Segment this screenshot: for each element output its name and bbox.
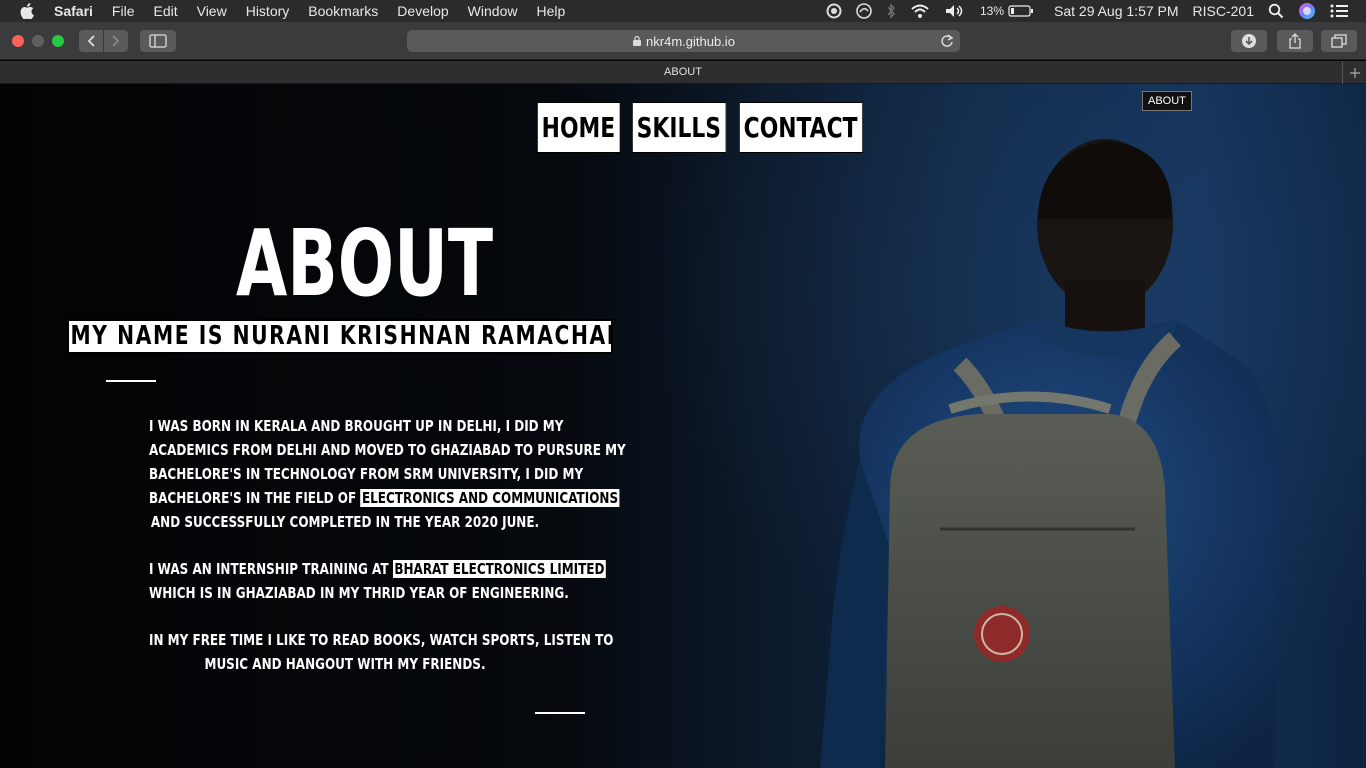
bio-line: WHICH IS IN GHAZIABAD IN MY THRID YEAR O…: [149, 584, 569, 602]
menu-view[interactable]: View: [197, 3, 227, 19]
tab-bar: ABOUT: [0, 61, 1366, 84]
bio-line: AND SUCCESSFULLY COMPLETED IN THE YEAR 2…: [150, 513, 540, 531]
bio-paragraph-education: I WAS BORN IN KERALA AND BROUGHT UP IN D…: [100, 414, 626, 534]
top-nav: HOME SKILLS CONTACT: [537, 102, 898, 153]
status-circle-icon[interactable]: [826, 3, 842, 19]
bio-line-text: I WAS AN INTERNSHIP TRAINING AT: [149, 560, 393, 578]
share-button[interactable]: [1277, 30, 1313, 52]
page-title: ABOUT: [236, 210, 494, 317]
browser-toolbar: nkr4m.github.io: [0, 22, 1366, 60]
bio-line: MUSIC AND HANGOUT WITH MY FRIENDS.: [204, 655, 486, 673]
sidebar-toggle-button[interactable]: [140, 30, 176, 52]
highlight-field-of-study: ELECTRONICS AND COMMUNICATIONS: [360, 489, 620, 507]
chevron-left-icon: [87, 35, 95, 47]
menu-bar: Safari File Edit View History Bookmarks …: [0, 0, 1366, 22]
name-heading: MY NAME IS NURANI KRISHNAN RAMACHANDRAN: [67, 319, 613, 354]
reload-icon[interactable]: [940, 33, 954, 52]
nav-contact-link[interactable]: CONTACT: [739, 102, 864, 153]
bio-line-field: BACHELORE'S IN THE FIELD OF ELECTRONICS …: [149, 486, 620, 510]
back-button[interactable]: [79, 30, 103, 52]
download-icon: [1242, 34, 1256, 48]
menu-edit[interactable]: Edit: [153, 3, 177, 19]
menu-app-name[interactable]: Safari: [54, 3, 93, 19]
minimize-window-button[interactable]: [32, 35, 44, 47]
notification-center-icon[interactable]: [1330, 4, 1348, 18]
menu-develop[interactable]: Develop: [397, 3, 448, 19]
tab-title[interactable]: ABOUT: [664, 66, 702, 78]
address-bar[interactable]: nkr4m.github.io: [407, 30, 960, 52]
bio-paragraph-hobbies: IN MY FREE TIME I LIKE TO READ BOOKS, WA…: [100, 628, 614, 676]
menu-bookmarks[interactable]: Bookmarks: [308, 3, 378, 19]
user-name[interactable]: RISC-201: [1193, 3, 1254, 19]
hover-tooltip: ABOUT: [1142, 91, 1192, 111]
name-heading-text: MY NAME IS NURANI KRISHNAN RAMACHANDRAN: [70, 321, 611, 351]
close-window-button[interactable]: [12, 35, 24, 47]
spotlight-search-icon[interactable]: [1268, 3, 1284, 19]
battery-icon[interactable]: [1008, 4, 1034, 18]
highlight-company: BHARAT ELECTRONICS LIMITED: [392, 560, 607, 578]
url-text: nkr4m.github.io: [646, 33, 735, 49]
zoom-window-button[interactable]: [52, 35, 64, 47]
tabs-icon: [1331, 34, 1347, 48]
nav-skills-link[interactable]: SKILLS: [632, 102, 727, 153]
datetime[interactable]: Sat 29 Aug 1:57 PM: [1054, 3, 1179, 19]
bio-line: I WAS BORN IN KERALA AND BROUGHT UP IN D…: [149, 417, 564, 435]
bio-line: ACADEMICS FROM DELHI AND MOVED TO GHAZIA…: [149, 441, 626, 459]
bio-line: BACHELORE'S IN TECHNOLOGY FROM SRM UNIVE…: [149, 465, 584, 483]
divider-top: [106, 380, 156, 382]
chevron-right-icon: [112, 35, 120, 47]
siri-icon[interactable]: [1298, 2, 1316, 20]
menu-help[interactable]: Help: [536, 3, 565, 19]
nav-home-link[interactable]: HOME: [537, 102, 621, 153]
forward-button[interactable]: [104, 30, 128, 52]
divider-bottom: [535, 712, 585, 714]
bio-line: IN MY FREE TIME I LIKE TO READ BOOKS, WA…: [149, 631, 614, 649]
new-tab-button[interactable]: [1342, 61, 1366, 84]
bio-line-text: BACHELORE'S IN THE FIELD OF: [149, 489, 361, 507]
bio-section: I WAS BORN IN KERALA AND BROUGHT UP IN D…: [100, 414, 626, 699]
bio-line-internship: I WAS AN INTERNSHIP TRAINING AT BHARAT E…: [149, 557, 607, 581]
bluetooth-icon[interactable]: [886, 3, 896, 19]
lock-icon: [633, 35, 642, 46]
bio-paragraph-internship: I WAS AN INTERNSHIP TRAINING AT BHARAT E…: [100, 557, 607, 605]
wifi-icon[interactable]: [910, 3, 930, 19]
sidebar-icon: [149, 34, 167, 48]
menu-history[interactable]: History: [246, 3, 290, 19]
background-person-image: [820, 139, 1280, 768]
menu-file[interactable]: File: [112, 3, 135, 19]
tab-overview-button[interactable]: [1321, 30, 1357, 52]
battery-percent: 13%: [979, 4, 1004, 18]
volume-icon[interactable]: [944, 3, 966, 19]
downloads-button[interactable]: [1231, 30, 1267, 52]
plus-icon: [1349, 67, 1360, 78]
menu-window[interactable]: Window: [468, 3, 518, 19]
apple-icon[interactable]: [20, 3, 38, 19]
share-icon: [1289, 33, 1301, 49]
web-page: ABOUT HOME SKILLS CONTACT ABOUT MY NAME …: [0, 84, 1366, 768]
edge-icon[interactable]: [856, 3, 872, 19]
